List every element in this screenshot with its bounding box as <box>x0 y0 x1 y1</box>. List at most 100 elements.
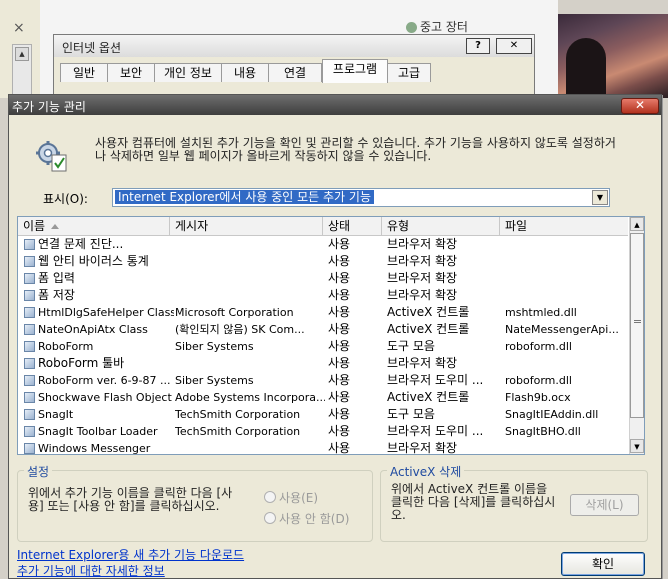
addon-status: 사용 <box>328 271 351 285</box>
addon-type: 브라우저 확장 <box>387 237 458 251</box>
scroll-up-icon[interactable]: ▲ <box>15 47 29 61</box>
tab-security[interactable]: 보안 <box>107 63 155 82</box>
addon-type: 도구 모음 <box>387 339 435 353</box>
addon-gear-icon <box>36 141 67 172</box>
addon-list[interactable]: 이름 게시자 상태 유형 파일 연결 문제 진단... 사용 브라우저 확장 웹 안티… <box>17 216 645 455</box>
list-rows: 연결 문제 진단... 사용 브라우저 확장 웹 안티 바이러스 통계 사용 브라우저 확… <box>18 236 628 455</box>
addon-status: 사용 <box>328 407 351 421</box>
internet-options-close-button[interactable]: ✕ <box>496 38 532 54</box>
addon-status: 사용 <box>328 339 351 353</box>
addon-status: 사용 <box>328 424 351 438</box>
scroll-up-icon[interactable]: ▲ <box>630 217 644 231</box>
delete-button[interactable]: 삭제(L) <box>570 494 639 516</box>
ok-button[interactable]: 확인 <box>561 552 645 576</box>
addon-icon <box>24 443 35 454</box>
addon-publisher: Siber Systems <box>175 340 254 353</box>
tab-programs[interactable]: 프로그램 <box>322 59 388 83</box>
addon-file: SnagItBHO.dll <box>505 425 581 438</box>
addon-publisher: TechSmith Corporation <box>175 408 301 421</box>
table-row[interactable]: SnagIt TechSmith Corporation 사용 도구 모음 SnagIt… <box>18 406 628 423</box>
addon-file: roboform.dll <box>505 374 572 387</box>
addon-type: ActiveX 컨트롤 <box>387 390 470 404</box>
scroll-down-icon[interactable]: ▼ <box>630 439 644 453</box>
show-filter-select[interactable]: Internet Explorer에서 사용 중인 모든 추가 기능 ▼ <box>112 188 610 207</box>
more-info-link[interactable]: 추가 기능에 대한 자세한 정보 <box>17 562 165 579</box>
dialog-description: 사용자 컴퓨터에 설치된 추가 기능을 확인 및 관리할 수 있습니다. 추가 … <box>95 136 616 163</box>
addon-status: 사용 <box>328 237 351 251</box>
addon-name: NateOnApiAtx Class <box>24 321 174 338</box>
dialog-titlebar: 추가 기능 관리 <box>9 95 661 115</box>
tab-privacy[interactable]: 개인 정보 <box>154 63 222 82</box>
addon-publisher <box>175 440 325 454</box>
addon-type: 브라우저 도우미 ... <box>387 373 484 387</box>
table-row[interactable]: 연결 문제 진단... 사용 브라우저 확장 <box>18 236 628 253</box>
download-addons-link[interactable]: Internet Explorer용 새 추가 기능 다운로드 <box>17 546 244 563</box>
table-row[interactable]: RoboForm 툴바 사용 브라우저 확장 <box>18 355 628 372</box>
table-row[interactable]: HtmlDlgSafeHelper Class Microsoft Corpora… <box>18 304 628 321</box>
addon-publisher <box>175 253 325 270</box>
column-header-status[interactable]: 상태 <box>323 217 382 235</box>
addon-publisher <box>175 236 325 253</box>
settings-instructions: 위에서 추가 기능 이름을 클릭한 다음 [사용] 또는 [사용 안 함]를 클… <box>28 486 233 513</box>
addon-publisher: (확인되지 않음) SK Com... <box>175 323 305 336</box>
addon-file <box>505 287 625 304</box>
addon-file: Flash9b.ocx <box>505 391 571 404</box>
table-row[interactable]: RoboForm ver. 6-9-87 ... Siber Systems 사용 브… <box>18 372 628 389</box>
addon-type: 도구 모음 <box>387 407 435 421</box>
addon-name: SnagIt <box>24 406 174 423</box>
addon-status: 사용 <box>328 322 351 336</box>
addon-file <box>505 355 625 372</box>
addon-icon <box>24 256 35 267</box>
addon-name: RoboForm <box>24 338 174 355</box>
table-row[interactable]: 웹 안티 바이러스 통계 사용 브라우저 확장 <box>18 253 628 270</box>
table-row[interactable]: 폼 입력 사용 브라우저 확장 <box>18 270 628 287</box>
tab-content[interactable]: 내용 <box>221 63 269 82</box>
addon-status: 사용 <box>328 441 351 455</box>
addon-status: 사용 <box>328 254 351 268</box>
column-header-type[interactable]: 유형 <box>382 217 500 235</box>
background-scrollbar[interactable]: ▲ <box>12 44 32 98</box>
addon-name: 폼 입력 <box>24 270 174 287</box>
column-header-publisher[interactable]: 게시자 <box>170 217 323 235</box>
addon-icon <box>24 239 35 250</box>
list-header: 이름 게시자 상태 유형 파일 <box>18 217 628 236</box>
addon-status: 사용 <box>328 373 351 387</box>
addon-status: 사용 <box>328 390 351 404</box>
table-row[interactable]: RoboForm Siber Systems 사용 도구 모음 roboform.dll <box>18 338 628 355</box>
tab-connections[interactable]: 연결 <box>268 63 322 82</box>
addon-name: Windows Messenger <box>24 440 174 454</box>
radio-disable[interactable]: 사용 안 함(D) <box>264 510 349 527</box>
column-header-name[interactable]: 이름 <box>18 217 170 235</box>
addon-type: ActiveX 컨트롤 <box>387 305 470 319</box>
addon-icon <box>24 358 35 369</box>
dialog-close-button[interactable]: ✕ <box>621 98 659 114</box>
market-link[interactable]: 중고 장터 <box>406 18 556 34</box>
tab-advanced[interactable]: 고급 <box>387 63 431 82</box>
radio-icon <box>264 512 276 524</box>
addon-icon <box>24 392 35 403</box>
column-header-file[interactable]: 파일 <box>500 217 628 235</box>
internet-options-window: 인터넷 옵션 ? ✕ 일반 보안 개인 정보 내용 연결 프로그램 고급 <box>53 34 535 100</box>
scroll-thumb[interactable] <box>630 233 644 418</box>
background-close-icon[interactable]: × <box>13 20 25 36</box>
list-scrollbar[interactable]: ▲ ▼ <box>629 217 644 454</box>
tab-general[interactable]: 일반 <box>60 63 108 82</box>
addon-publisher: Adobe Systems Incorpora... <box>175 391 325 404</box>
addon-status: 사용 <box>328 288 351 302</box>
addon-file: mshtmled.dll <box>505 306 577 319</box>
table-row[interactable]: SnagIt Toolbar Loader TechSmith Corporati… <box>18 423 628 440</box>
radio-enable[interactable]: 사용(E) <box>264 489 318 506</box>
table-row[interactable]: Windows Messenger 사용 브라우저 확장 <box>18 440 628 455</box>
addon-type: 브라우저 도우미 ... <box>387 424 484 438</box>
table-row[interactable]: 폼 저장 사용 브라우저 확장 <box>18 287 628 304</box>
table-row[interactable]: NateOnApiAtx Class (확인되지 않음) SK Com... 사용 A… <box>18 321 628 338</box>
addon-status: 사용 <box>328 356 351 370</box>
addon-icon <box>24 290 35 301</box>
show-filter-value: Internet Explorer에서 사용 중인 모든 추가 기능 <box>115 190 374 204</box>
addon-file <box>505 253 625 270</box>
help-button[interactable]: ? <box>466 38 490 54</box>
dropdown-arrow-icon[interactable]: ▼ <box>592 190 608 205</box>
addon-name: 폼 저장 <box>24 287 174 304</box>
addon-file <box>505 236 625 253</box>
table-row[interactable]: Shockwave Flash Object Adobe Systems Inco… <box>18 389 628 406</box>
